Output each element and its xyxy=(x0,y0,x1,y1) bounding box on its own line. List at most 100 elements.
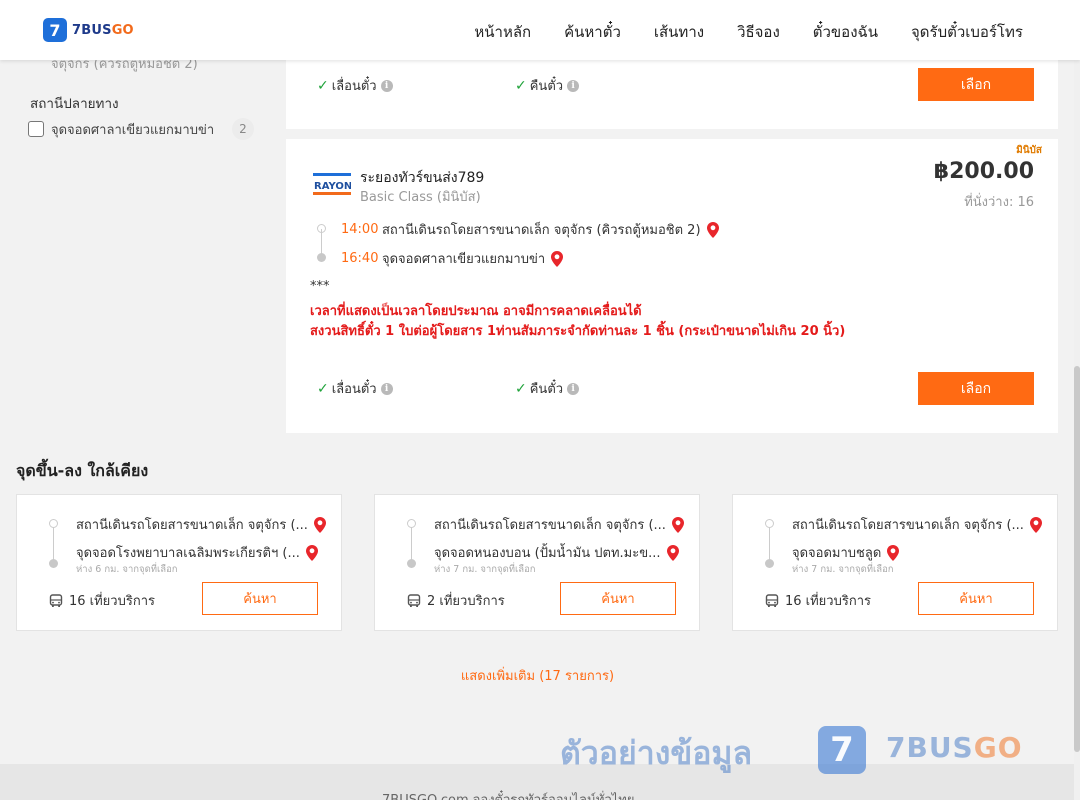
watermark-brand-prefix: 7BUS xyxy=(886,731,974,764)
nearby-search-button[interactable]: ค้นหา xyxy=(918,582,1034,615)
bus-icon xyxy=(49,593,63,607)
time-notice: เวลาที่แสดงเป็นเวลาโดยประมาณ อาจมีการคลา… xyxy=(310,304,642,319)
map-pin-icon[interactable] xyxy=(551,250,564,267)
map-pin-icon[interactable] xyxy=(313,516,326,533)
nav-routes[interactable]: เส้นทาง xyxy=(654,20,704,44)
footer-text: 7BUSGO.com จองตั๋วรถทัวร์ออนไลน์ทั่วไทย xyxy=(382,789,634,800)
nearby-route-card: สถานีเดินรถโดยสารขนาดเล็ก จตุจักร (... จ… xyxy=(732,494,1058,631)
nav-pickup-points[interactable]: จุดรับตั๋วเบอร์โทร xyxy=(911,20,1023,44)
bus-icon xyxy=(407,593,421,607)
arrival-stop-name: จุดจอดศาลาเขียวแยกมาบข่า xyxy=(382,252,546,267)
nearby-search-button[interactable]: ค้นหา xyxy=(202,582,318,615)
nearby-origin-name: สถานีเดินรถโดยสารขนาดเล็ก จตุจักร (... xyxy=(434,518,666,533)
nearby-destination: จุดจอดมาบชลูด xyxy=(792,542,900,563)
watermark-logo-mark: 7 xyxy=(818,726,866,774)
show-more-link[interactable]: แสดงเพิ่มเติม (17 รายการ) xyxy=(0,665,1075,686)
map-pin-icon[interactable] xyxy=(887,544,900,561)
departure-stop-name: สถานีเดินรถโดยสารขนาดเล็ก จตุจักร (คิวรถ… xyxy=(382,223,701,238)
nearby-origin-name: สถานีเดินรถโดยสารขนาดเล็ก จตุจักร (... xyxy=(76,518,308,533)
watermark-brand: 7BUSGO xyxy=(886,731,1023,764)
trip-count-label: 16 เที่ยวบริการ xyxy=(69,594,155,609)
logo-name-prefix: 7BUS xyxy=(72,22,112,38)
trip-count-label: 16 เที่ยวบริการ xyxy=(785,594,871,609)
logo-name-suffix: GO xyxy=(111,22,134,38)
info-icon[interactable]: i xyxy=(380,79,393,92)
nearby-distance: ห่าง 7 กม. จากจุดที่เลือก xyxy=(434,564,536,575)
sample-data-watermark: ตัวอย่างข้อมูล xyxy=(560,734,753,772)
departure-stop-row: 14:00 สถานีเดินรถโดยสารขนาดเล็ก จตุจักร … xyxy=(341,219,719,240)
map-pin-icon[interactable] xyxy=(666,544,679,561)
map-pin-icon[interactable] xyxy=(305,544,318,561)
nearby-destination-name: จุดจอดมาบชลูด xyxy=(792,546,882,561)
filter-count-badge: 2 xyxy=(232,118,254,140)
feature-label: คืนตั๋ว xyxy=(529,382,564,397)
nav-home[interactable]: หน้าหลัก xyxy=(474,20,531,44)
info-icon[interactable]: i xyxy=(380,382,393,395)
feature-label: คืนตั๋ว xyxy=(529,79,564,94)
reschedule-feature: ✓ เลื่อนตั๋ว i xyxy=(317,378,393,399)
logo-wordmark: 7BUSGO xyxy=(72,23,134,38)
map-pin-icon[interactable] xyxy=(1029,516,1042,533)
nearby-origin: สถานีเดินรถโดยสารขนาดเล็ก จตุจักร (... xyxy=(76,514,326,535)
trip-count-label: 2 เที่ยวบริการ xyxy=(427,594,505,609)
nearby-section-title: จุดขึ้น-ลง ใกล้เคียง xyxy=(16,461,149,480)
info-icon[interactable]: i xyxy=(567,382,580,395)
main-nav: หน้าหลัก ค้นหาตั๋ว เส้นทาง วิธีจอง ตั๋วข… xyxy=(474,20,1023,44)
nearby-search-button[interactable]: ค้นหา xyxy=(560,582,676,615)
nearby-origin: สถานีเดินรถโดยสารขนาดเล็ก จตุจักร (... xyxy=(434,514,684,535)
destination-dot xyxy=(765,559,774,568)
check-icon: ✓ xyxy=(515,380,527,397)
watermark-brand-suffix: GO xyxy=(973,731,1023,764)
feature-label: เลื่อนตั๋ว xyxy=(331,79,377,94)
nearby-destination-name: จุดจอดโรงพยาบาลเฉลิมพระเกียรติฯ (... xyxy=(76,546,300,561)
svg-text:RAYONG: RAYONG xyxy=(314,181,351,192)
map-pin-icon[interactable] xyxy=(706,221,719,238)
nearby-origin: สถานีเดินรถโดยสารขนาดเล็ก จตุจักร (... xyxy=(792,514,1042,535)
page-scrollbar-thumb[interactable] xyxy=(1074,366,1080,752)
feature-label: เลื่อนตั๋ว xyxy=(331,382,377,397)
trip-card: RAYONG ระยองทัวร์ขนส่ง789 Basic Class (ม… xyxy=(286,139,1058,433)
nav-how-to-book[interactable]: วิธีจอง xyxy=(737,20,780,44)
check-icon: ✓ xyxy=(515,77,527,94)
nearby-destination: จุดจอดหนองบอน (ปั้มน้ำมัน ปตท.มะข... xyxy=(434,542,679,563)
nearby-destination-name: จุดจอดหนองบอน (ปั้มน้ำมัน ปตท.มะข... xyxy=(434,546,661,561)
nearby-route-card: สถานีเดินรถโดยสารขนาดเล็ก จตุจักร (... จ… xyxy=(374,494,700,631)
trip-card-previous: ✓ เลื่อนตั๋ว i ✓ คืนตั๋ว i เลือก xyxy=(286,50,1058,129)
nearby-destination: จุดจอดโรงพยาบาลเฉลิมพระเกียรติฯ (... xyxy=(76,542,318,563)
destination-filter-item[interactable]: จุดจอดศาลาเขียวแยกมาบข่า 2 xyxy=(28,118,254,140)
site-logo[interactable]: 7 7BUSGO xyxy=(43,18,134,42)
select-trip-button[interactable]: เลือก xyxy=(918,68,1034,101)
nearby-trip-count: 16 เที่ยวบริการ xyxy=(765,590,871,611)
map-pin-icon[interactable] xyxy=(671,516,684,533)
refund-feature: ✓ คืนตั๋ว i xyxy=(515,75,580,96)
top-header: 7 7BUSGO หน้าหลัก ค้นหาตั๋ว เส้นทาง วิธี… xyxy=(0,0,1080,60)
page-footer: 7BUSGO.com จองตั๋วรถทัวร์ออนไลน์ทั่วไทย xyxy=(0,764,1075,800)
filter-checkbox[interactable] xyxy=(28,121,44,137)
reschedule-feature: ✓ เลื่อนตั๋ว i xyxy=(317,75,393,96)
refund-feature: ✓ คืนตั๋ว i xyxy=(515,378,580,399)
nearby-distance: ห่าง 7 กม. จากจุดที่เลือก xyxy=(792,564,894,575)
seats-available: ที่นั่งว่าง: 16 xyxy=(964,195,1034,210)
logo-mark: 7 xyxy=(43,18,67,42)
select-trip-button[interactable]: เลือก xyxy=(918,372,1034,405)
nearby-trip-count: 16 เที่ยวบริการ xyxy=(49,590,155,611)
filter-label: จุดจอดศาลาเขียวแยกมาบข่า xyxy=(51,122,215,138)
vehicle-type-tag: มินิบัส xyxy=(1016,145,1042,156)
bus-class: Basic Class (มินิบัส) xyxy=(360,190,481,205)
trip-price: ฿200.00 xyxy=(933,159,1034,184)
bus-icon xyxy=(765,593,779,607)
note-marker: *** xyxy=(310,279,330,294)
destination-filter-title: สถานีปลายทาง xyxy=(30,96,119,112)
nearby-origin-name: สถานีเดินรถโดยสารขนาดเล็ก จตุจักร (... xyxy=(792,518,1024,533)
operator-logo: RAYONG xyxy=(313,173,351,195)
nearby-route-card: สถานีเดินรถโดยสารขนาดเล็ก จตุจักร (... จ… xyxy=(16,494,342,631)
nav-my-tickets[interactable]: ตั๋วของฉัน xyxy=(813,20,878,44)
nav-search-tickets[interactable]: ค้นหาตั๋ว xyxy=(564,20,621,44)
destination-dot xyxy=(49,559,58,568)
check-icon: ✓ xyxy=(317,380,329,397)
departure-time: 14:00 xyxy=(341,222,379,237)
nearby-trip-count: 2 เที่ยวบริการ xyxy=(407,590,505,611)
luggage-notice: สงวนสิทธิ์ตั๋ว 1 ใบต่อผู้โดยสาร 1ท่านสัม… xyxy=(310,324,846,339)
arrival-time: 16:40 xyxy=(341,251,379,266)
info-icon[interactable]: i xyxy=(567,79,580,92)
